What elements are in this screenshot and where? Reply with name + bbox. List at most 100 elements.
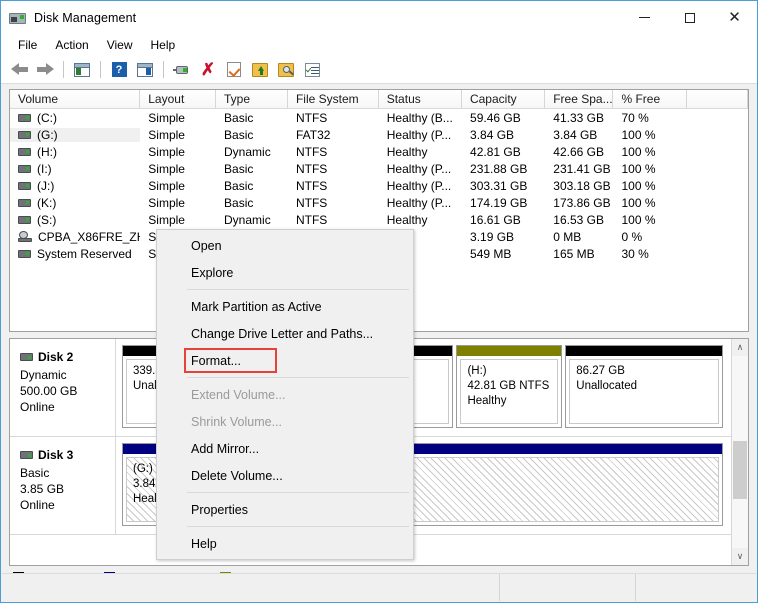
cell-status: Healthy bbox=[386, 144, 428, 159]
forward-arrow-icon[interactable] bbox=[33, 59, 57, 81]
column-header-type[interactable]: Type bbox=[215, 90, 288, 108]
disk-info-disk-2[interactable]: Disk 2 Dynamic 500.00 GB Online bbox=[10, 339, 116, 436]
checklist-icon[interactable] bbox=[300, 59, 324, 81]
cell-type: Basic bbox=[224, 195, 254, 210]
status-bar-segment-2 bbox=[500, 574, 636, 601]
cell-percent_free: 100 % bbox=[621, 127, 656, 142]
column-header-blank[interactable] bbox=[687, 90, 748, 108]
cell-layout: Simple bbox=[148, 144, 185, 159]
ctx-shrink-volume: Shrink Volume... bbox=[191, 414, 283, 429]
disk-type: Basic bbox=[20, 466, 50, 480]
disk-pane-scrollbar[interactable]: ∧ ∨ bbox=[731, 339, 748, 565]
volume-icon bbox=[18, 113, 31, 122]
table-row[interactable]: (H:) Simple Dynamic NTFS Healthy 42.81 GB 42.6… bbox=[10, 143, 748, 160]
context-menu-separator bbox=[187, 526, 409, 527]
properties-icon[interactable] bbox=[222, 59, 246, 81]
table-row[interactable]: (K:) Simple Basic NTFS Healthy (P... 174.19 G… bbox=[10, 194, 748, 211]
ctx-add-mirror[interactable]: Add Mirror... bbox=[157, 435, 413, 462]
table-row[interactable]: (G:) Simple Basic FAT32 Healthy (P... 3.84 GB… bbox=[10, 126, 748, 143]
partition-line-2: Unallocated bbox=[576, 380, 638, 392]
cell-status: Healthy bbox=[386, 212, 428, 227]
cell-status: Healthy (P... bbox=[386, 161, 452, 176]
column-header-layout[interactable]: Layout bbox=[140, 90, 216, 108]
cell-capacity: 303.31 GB bbox=[470, 178, 528, 193]
menu-action[interactable]: Action bbox=[46, 36, 97, 54]
window-title: Disk Management bbox=[34, 10, 137, 25]
disk-icon bbox=[20, 353, 33, 361]
window-controls: ✕ bbox=[622, 1, 757, 34]
cell-layout: Simple bbox=[148, 195, 185, 210]
scrollbar-thumb[interactable] bbox=[733, 441, 747, 499]
find-icon[interactable] bbox=[274, 59, 298, 81]
volume-name: CPBA_X86FRE_ZH... bbox=[38, 229, 140, 244]
ctx-mark-partition-active[interactable]: Mark Partition as Active bbox=[157, 293, 413, 320]
volume-list-header: Volume Layout Type File System Status Capacit… bbox=[10, 90, 748, 109]
volume-icon bbox=[18, 147, 31, 156]
ctx-change-drive-letter[interactable]: Change Drive Letter and Paths... bbox=[157, 320, 413, 347]
title-bar: Disk Management ✕ bbox=[1, 1, 757, 34]
column-header-volume[interactable]: Volume bbox=[10, 90, 141, 108]
scroll-up-button[interactable]: ∧ bbox=[732, 339, 748, 356]
maximize-button[interactable] bbox=[667, 1, 712, 34]
context-menu: Open Explore Mark Partition as Active Chang… bbox=[156, 229, 414, 560]
cell-percent_free: 30 % bbox=[621, 246, 649, 261]
menu-view[interactable]: View bbox=[98, 36, 142, 54]
cell-capacity: 3.19 GB bbox=[470, 229, 515, 244]
minimize-button[interactable] bbox=[622, 1, 667, 34]
cell-file_system: NTFS bbox=[295, 195, 328, 210]
column-header-capacity[interactable]: Capacity bbox=[461, 90, 546, 108]
cell-file_system: NTFS bbox=[295, 178, 328, 193]
status-bar bbox=[2, 573, 756, 601]
cell-status: Healthy (B... bbox=[386, 110, 453, 125]
volume-name: (S:) bbox=[37, 212, 57, 227]
cell-file_system: FAT32 bbox=[295, 127, 331, 142]
ctx-properties[interactable]: Properties bbox=[157, 496, 413, 523]
help-icon[interactable]: ? bbox=[107, 59, 131, 81]
ctx-delete-volume[interactable]: Delete Volume... bbox=[157, 462, 413, 489]
menu-help[interactable]: Help bbox=[142, 36, 185, 54]
cell-capacity: 3.84 GB bbox=[470, 127, 515, 142]
toolbar-separator-3 bbox=[163, 61, 164, 78]
cell-free_space: 231.41 GB bbox=[553, 161, 611, 176]
table-row[interactable]: (J:) Simple Basic NTFS Healthy (P... 303.31 G… bbox=[10, 177, 748, 194]
cell-percent_free: 100 % bbox=[621, 161, 656, 176]
disk-info-disk-3[interactable]: Disk 3 Basic 3.85 GB Online bbox=[10, 437, 116, 534]
partition-unallocated[interactable]: 86.27 GB Unallocated bbox=[565, 345, 724, 428]
volume-icon bbox=[18, 130, 31, 139]
column-header--free[interactable]: % Free bbox=[613, 90, 688, 108]
toolbar-separator-2 bbox=[100, 61, 101, 78]
column-header-status[interactable]: Status bbox=[378, 90, 462, 108]
show-hide-action-pane-icon[interactable] bbox=[133, 59, 157, 81]
delete-icon[interactable]: ✗ bbox=[196, 59, 220, 81]
table-row[interactable]: (S:) Simple Dynamic NTFS Healthy 16.61 GB 16.5… bbox=[10, 211, 748, 228]
column-header-free-spa[interactable]: Free Spa... bbox=[545, 90, 614, 108]
table-row[interactable]: (I:) Simple Basic NTFS Healthy (P... 231.88 G… bbox=[10, 160, 748, 177]
cell-type: Basic bbox=[224, 127, 254, 142]
ctx-explore[interactable]: Explore bbox=[157, 259, 413, 286]
scrollbar-track[interactable] bbox=[732, 356, 748, 548]
disk-name: Disk 3 bbox=[38, 448, 74, 462]
cell-file_system: NTFS bbox=[295, 144, 328, 159]
menu-file[interactable]: File bbox=[9, 36, 46, 54]
cell-layout: Simple bbox=[148, 161, 185, 176]
disk-capacity: 3.85 GB bbox=[20, 482, 65, 496]
ctx-open[interactable]: Open bbox=[157, 232, 413, 259]
close-button[interactable]: ✕ bbox=[712, 1, 757, 34]
show-hide-console-tree-icon[interactable] bbox=[70, 59, 94, 81]
cell-capacity: 59.46 GB bbox=[470, 110, 521, 125]
ctx-help[interactable]: Help bbox=[157, 530, 413, 557]
partition-simple-volume[interactable]: (H:) 42.81 GB NTFS Healthy bbox=[456, 345, 563, 428]
volume-icon bbox=[18, 181, 31, 190]
cell-free_space: 42.66 GB bbox=[553, 144, 604, 159]
export-list-icon[interactable] bbox=[248, 59, 272, 81]
column-header-file-system[interactable]: File System bbox=[287, 90, 379, 108]
ctx-format[interactable]: Format... bbox=[157, 347, 413, 374]
rescan-disks-icon[interactable] bbox=[170, 59, 194, 81]
cell-file_system: NTFS bbox=[295, 161, 328, 176]
table-row[interactable]: (C:) Simple Basic NTFS Healthy (B... 59.46 GB… bbox=[10, 109, 748, 126]
partition-color-bar bbox=[457, 346, 562, 356]
scroll-down-button[interactable]: ∨ bbox=[732, 548, 748, 565]
partition-line-1: (H:) bbox=[467, 365, 487, 377]
back-arrow-icon[interactable] bbox=[7, 59, 31, 81]
cell-capacity: 42.81 GB bbox=[470, 144, 521, 159]
